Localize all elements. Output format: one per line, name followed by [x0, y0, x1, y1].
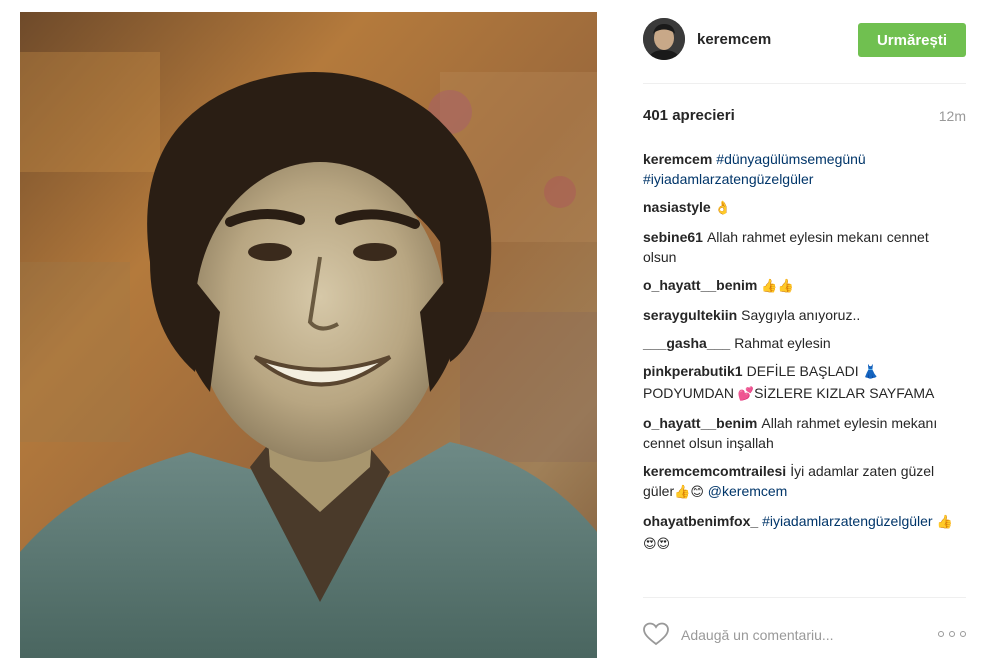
emoji: 👍👍 — [761, 279, 794, 294]
emoji: 👍😊 — [674, 485, 704, 500]
comments-list: keremcem #dünyagülümsemegünü #iyiadamlarz… — [643, 149, 966, 563]
comment-username[interactable]: sebine61 — [643, 229, 703, 245]
comment-input[interactable] — [681, 624, 921, 646]
comment-username[interactable]: seraygultekiin — [643, 307, 737, 323]
comment-username[interactable]: ohayatbenimfox_ — [643, 513, 758, 529]
emoji: 👌 — [714, 201, 731, 216]
username[interactable]: keremcem — [697, 31, 771, 48]
portrait-image — [20, 12, 597, 658]
comment-item: o_hayatt__benim 👍👍 — [643, 275, 966, 297]
hashtag-link[interactable]: @keremcem — [708, 483, 788, 499]
avatar-image — [643, 18, 685, 60]
comment-item: pinkperabutik1 DEFİLE BAŞLADI 👗 PODYUMDAN… — [643, 361, 966, 405]
avatar[interactable] — [643, 18, 685, 60]
comment-username[interactable]: pinkperabutik1 — [643, 363, 743, 379]
following-button[interactable]: Urmărești — [858, 23, 966, 57]
post-footer — [643, 618, 966, 652]
comment-text: Saygıyla anıyoruz.. — [741, 307, 861, 323]
post-time[interactable]: 12m — [939, 108, 966, 124]
comment-username[interactable]: keremcem — [643, 151, 712, 167]
post-sidebar: keremcem Urmărești 401 aprecieri 12m ker… — [643, 0, 966, 669]
comment-item: keremcemcomtrailesi İyi adamlar zaten güz… — [643, 461, 966, 503]
instagram-post: keremcem Urmărești 401 aprecieri 12m ker… — [0, 0, 992, 669]
hashtag-link[interactable]: #dünyagülümsemegünü — [716, 151, 865, 167]
comment-username[interactable]: ___gasha___ — [643, 335, 730, 351]
post-header: keremcem Urmărești — [643, 16, 966, 64]
post-photo[interactable] — [20, 12, 597, 658]
divider — [643, 83, 966, 84]
comment-item: ohayatbenimfox_ #iyiadamlarzatengüzelgüle… — [643, 511, 966, 555]
emoji: 💕 — [737, 387, 755, 402]
comment-text: SİZLERE KIZLAR SAYFAMA — [754, 385, 935, 401]
comment-username[interactable]: o_hayatt__benim — [643, 277, 757, 293]
comment-item: ___gasha___ Rahmat eylesin — [643, 333, 966, 353]
likes-row: 401 aprecieri 12m — [643, 107, 966, 127]
comment-username[interactable]: keremcemcomtrailesi — [643, 463, 786, 479]
heart-icon[interactable] — [643, 622, 669, 646]
comment-username[interactable]: nasiastyle — [643, 199, 711, 215]
hashtag-link[interactable]: #iyiadamlarzatengüzelgüler — [762, 513, 932, 529]
emoji: 👗 — [862, 365, 879, 380]
likes-count[interactable]: 401 aprecieri — [643, 107, 735, 124]
divider — [643, 597, 966, 598]
comment-username[interactable]: o_hayatt__benim — [643, 415, 757, 431]
comment-text: PODYUMDAN — [643, 385, 738, 401]
comment-item: nasiastyle 👌 — [643, 197, 966, 219]
comment-text: DEFİLE BAŞLADI — [746, 363, 863, 379]
hashtag-link[interactable]: #iyiadamlarzatengüzelgüler — [643, 171, 813, 187]
comment-text: Rahmat eylesin — [734, 335, 831, 351]
comment-item: keremcem #dünyagülümsemegünü #iyiadamlarz… — [643, 149, 966, 189]
more-options-icon[interactable] — [938, 624, 966, 644]
comment-item: seraygultekiin Saygıyla anıyoruz.. — [643, 305, 966, 325]
comment-item: o_hayatt__benim Allah rahmet eylesin meka… — [643, 413, 966, 453]
comment-item: sebine61 Allah rahmet eylesin mekanı cenn… — [643, 227, 966, 267]
